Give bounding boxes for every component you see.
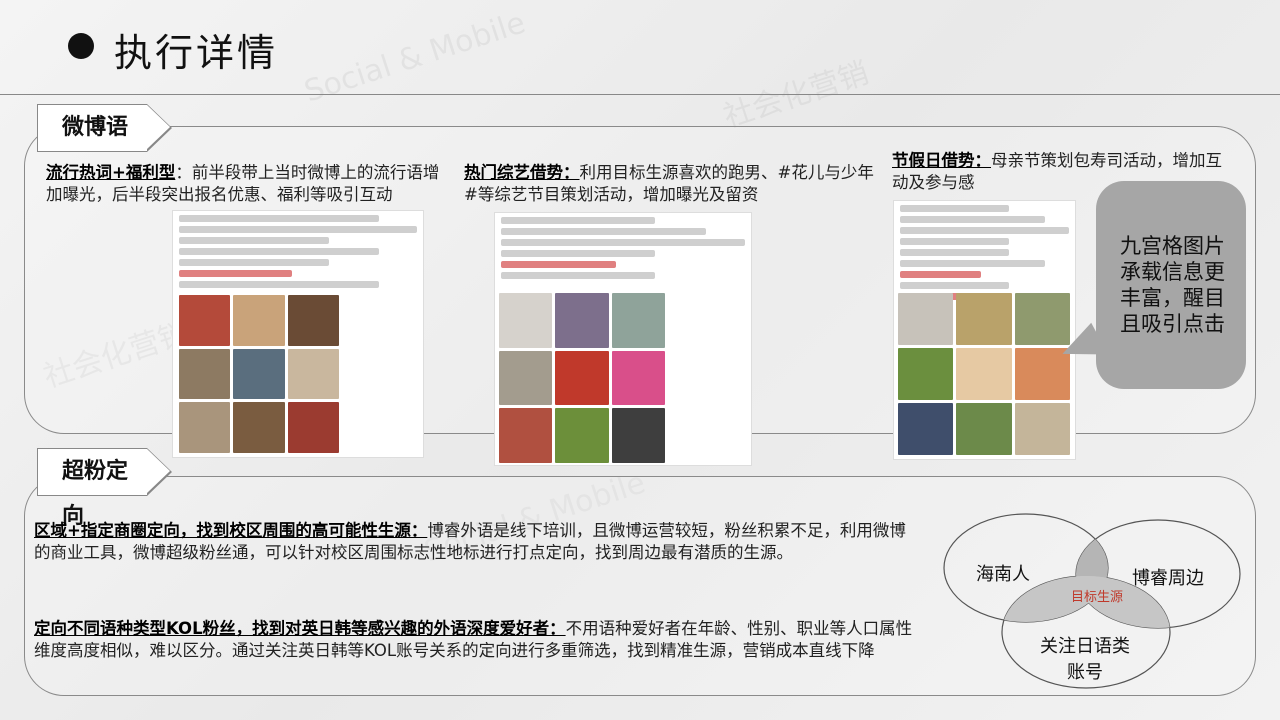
nine-grid-images [499,293,665,463]
grid-image [179,295,231,346]
grid-image [555,293,609,348]
weibo-trend-sep: ： [175,163,192,182]
title-divider [0,94,1280,95]
nine-grid-images [179,295,339,453]
nine-grid-callout: 九宫格图片承载信息更丰富，醒目且吸引点击 [1096,181,1246,389]
weibo-section-tag-label: 微博语 [62,115,129,140]
weibo-holiday-heading: 节假日借势： [892,151,991,170]
grid-image [956,348,1012,400]
grid-image [611,408,665,463]
weibo-variety-heading: 热门综艺借势： [464,163,580,182]
title-bullet-icon [68,33,94,59]
grid-image [898,403,954,455]
grid-image [233,348,285,400]
grid-image [1014,348,1070,400]
nine-grid-images [898,293,1070,455]
fans-kol-heading: 定向不同语种类型KOL粉丝，找到对英日韩等感兴趣的外语深度爱好者： [34,619,566,638]
grid-image [287,402,339,453]
weibo-variety-paragraph: 热门综艺借势：利用目标生源喜欢的跑男、#花儿与少年#等综艺节目策划活动，增加曝光… [464,162,874,206]
fans-kol-paragraph: 定向不同语种类型KOL粉丝，找到对英日韩等感兴趣的外语深度爱好者：不用语种爱好者… [34,618,914,662]
weibo-post-screenshot-3 [893,200,1076,460]
weibo-section-tag: 微博语 [37,103,172,152]
venn-label-hainan: 海南人 [976,564,1030,585]
grid-image [287,348,339,400]
fans-targeting-tag: 超粉定向 [37,447,172,529]
grid-image [1014,403,1070,455]
grid-image [956,403,1012,455]
watermark: 社会化营销 [719,55,873,136]
venn-label-borui: 博睿周边 [1132,568,1204,589]
grid-image [898,293,954,345]
grid-image [555,350,609,406]
weibo-post-screenshot-1 [172,210,424,458]
grid-image [555,408,609,463]
grid-image [179,348,231,400]
fans-region-paragraph: 区域+指定商圈定向，找到校区周围的高可能性生源：博睿外语是线下培训，且微博运营较… [34,520,914,564]
grid-image [611,293,665,348]
venn-label-target: 目标生源 [1071,590,1124,605]
grid-image [499,350,553,406]
grid-image [611,350,665,406]
venn-label-japanese: 关注日语类 账号 [1030,632,1140,684]
venn-label-japanese-line2: 账号 [1067,662,1103,683]
grid-image [956,293,1012,345]
weibo-post-screenshot-2 [494,212,752,466]
venn-label-japanese-line1: 关注日语类 [1040,636,1130,657]
grid-image [287,295,339,346]
grid-image [499,408,553,463]
fans-region-heading: 区域+指定商圈定向，找到校区周围的高可能性生源： [34,521,428,540]
weibo-trend-heading: 流行热词+福利型 [46,163,176,182]
grid-image [898,348,954,400]
weibo-trend-paragraph: 流行热词+福利型：前半段带上当时微博上的流行语增加曝光，后半段突出报名优惠、福利… [46,162,446,206]
page-title: 执行详情 [114,31,279,75]
grid-image [233,295,285,346]
grid-image [499,293,553,348]
grid-image [179,402,231,453]
grid-image [233,402,285,453]
